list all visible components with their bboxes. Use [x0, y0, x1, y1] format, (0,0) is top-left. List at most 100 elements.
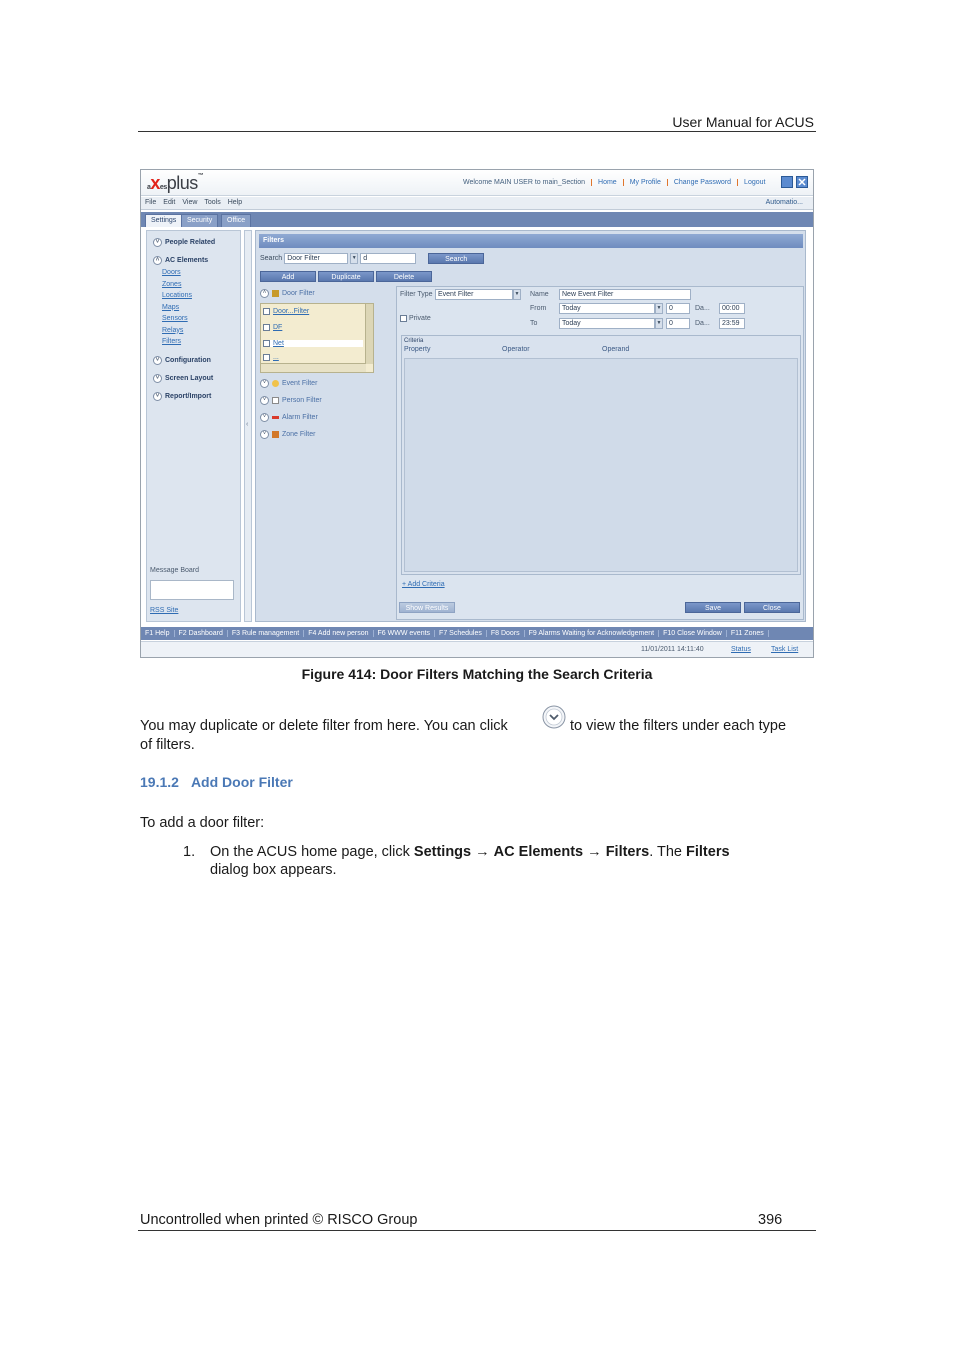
chevron-down-icon[interactable]: ˅ [153, 374, 162, 383]
sidebar-link-sensors[interactable]: Sensors [162, 315, 192, 327]
checkbox[interactable] [263, 324, 270, 331]
sidebar-collapse-handle[interactable]: ‹ [244, 230, 252, 622]
fkey-help[interactable]: F1 Help [141, 630, 175, 637]
minimize-icon[interactable] [781, 176, 793, 188]
list-item[interactable]: Net [263, 340, 363, 347]
fkey-close-window[interactable]: F10 Close Window [659, 630, 727, 637]
automation-menu[interactable]: Automatio... [766, 199, 803, 206]
home-link[interactable]: Home [592, 179, 624, 186]
add-button[interactable]: Add [260, 271, 316, 282]
chevron-up-icon[interactable]: ˄ [153, 256, 162, 265]
chevron-down-icon[interactable]: ˅ [260, 396, 269, 405]
chevron-down-icon[interactable]: ▼ [513, 289, 521, 300]
fkey-zones[interactable]: F11 Zones [727, 630, 769, 637]
tree-person-filter[interactable]: ˅ Person Filter [260, 396, 322, 405]
to-select[interactable]: Today [559, 318, 655, 329]
duplicate-button[interactable]: Duplicate [318, 271, 374, 282]
chevron-down-icon[interactable]: ▼ [655, 303, 663, 314]
list-item-label[interactable]: Door...Filter [273, 308, 309, 315]
fkey-add-new-person[interactable]: F4 Add new person [304, 630, 374, 637]
to-offset-input[interactable]: 0 [666, 318, 690, 329]
rss-site-link[interactable]: RSS Site [150, 607, 178, 614]
sidebar-section-report-import[interactable]: ˅ Report/Import [153, 392, 211, 401]
task-list-link[interactable]: Task List [771, 646, 798, 653]
chevron-down-icon[interactable]: ▼ [655, 318, 663, 329]
step-text-part: . The [649, 844, 687, 860]
menu-help[interactable]: Help [228, 199, 242, 206]
search-type-select[interactable]: Door Filter [284, 253, 349, 264]
tab-settings[interactable]: Settings [145, 214, 183, 227]
logout-link[interactable]: Logout [738, 179, 771, 186]
close-icon[interactable] [796, 176, 808, 188]
horizontal-scrollbar[interactable] [261, 363, 366, 372]
message-board-box[interactable] [150, 580, 234, 600]
fkey-www-events[interactable]: F6 WWW events [374, 630, 436, 637]
menu-view[interactable]: View [182, 199, 197, 206]
list-item[interactable]: ... [263, 354, 279, 361]
checkbox[interactable] [263, 340, 270, 347]
tree-event-filter[interactable]: ˅ Event Filter [260, 379, 317, 388]
name-input[interactable]: New Event Filter [559, 289, 691, 300]
list-item[interactable]: Door...Filter [263, 308, 309, 315]
fkey-alarms[interactable]: F9 Alarms Waiting for Acknowledgement [525, 630, 660, 637]
list-item[interactable]: DF [263, 324, 282, 331]
from-offset-input[interactable]: 0 [666, 303, 690, 314]
sidebar-section-screen-layout[interactable]: ˅ Screen Layout [153, 374, 213, 383]
from-time-input[interactable]: 00:00 [719, 303, 745, 314]
sidebar-link-maps[interactable]: Maps [162, 304, 192, 316]
menu-edit[interactable]: Edit [163, 199, 175, 206]
add-criteria-link[interactable]: + Add Criteria [402, 581, 445, 588]
section-heading: 19.1.2 Add Door Filter [140, 774, 293, 790]
close-button[interactable]: Close [744, 602, 800, 613]
chevron-left-icon[interactable]: ‹ [246, 421, 248, 428]
fkey-schedules[interactable]: F7 Schedules [435, 630, 487, 637]
sidebar-section-ac-elements[interactable]: ˄ AC Elements [153, 256, 208, 265]
vertical-scrollbar[interactable] [365, 304, 373, 364]
sidebar-link-doors[interactable]: Doors [162, 269, 192, 281]
list-item-label[interactable]: Net [273, 340, 284, 347]
chevron-down-icon[interactable]: ˅ [260, 430, 269, 439]
menu-file[interactable]: File [145, 199, 156, 206]
to-time-input[interactable]: 23:59 [719, 318, 745, 329]
sidebar-link-zones[interactable]: Zones [162, 281, 192, 293]
chevron-down-icon[interactable]: ▼ [350, 253, 359, 264]
tree-alarm-filter[interactable]: ˅ Alarm Filter [260, 413, 318, 422]
chevron-down-icon[interactable]: ˅ [260, 413, 269, 422]
sidebar-link-locations[interactable]: Locations [162, 292, 192, 304]
chevron-down-icon[interactable]: ˅ [260, 379, 269, 388]
change-password-link[interactable]: Change Password [668, 179, 739, 186]
delete-button[interactable]: Delete [376, 271, 432, 282]
chevron-down-icon[interactable]: ˅ [153, 392, 162, 401]
sidebar-section-people[interactable]: ˅ People Related [153, 238, 215, 247]
search-input[interactable]: d [360, 253, 417, 264]
tree-zone-filter[interactable]: ˅ Zone Filter [260, 430, 315, 439]
checkbox[interactable] [263, 308, 270, 315]
tree-door-filter[interactable]: ˄ Door Filter [260, 289, 315, 298]
sidebar-link-filters[interactable]: Filters [162, 338, 192, 350]
sidebar-section-configuration[interactable]: ˅ Configuration [153, 356, 211, 365]
from-select[interactable]: Today [559, 303, 655, 314]
checkbox[interactable] [263, 354, 270, 361]
list-item-label[interactable]: ... [273, 354, 279, 361]
list-item-label[interactable]: DF [273, 324, 282, 331]
step-number: 1. [183, 844, 196, 860]
logo-tm: ™ [197, 173, 204, 179]
my-profile-link[interactable]: My Profile [624, 179, 668, 186]
chevron-up-icon[interactable]: ˄ [260, 289, 269, 298]
save-button[interactable]: Save [685, 602, 741, 613]
chevron-down-icon[interactable]: ˅ [153, 356, 162, 365]
tab-security[interactable]: Security [181, 214, 219, 227]
filter-type-select[interactable]: Event Filter [435, 289, 513, 300]
private-checkbox[interactable] [400, 315, 407, 322]
fkey-dashboard[interactable]: F2 Dashboard [175, 630, 228, 637]
show-results-button[interactable]: Show Results [399, 602, 455, 613]
sidebar-link-relays[interactable]: Relays [162, 327, 192, 339]
search-button[interactable]: Search [428, 253, 485, 264]
menu-tools[interactable]: Tools [204, 199, 220, 206]
tab-office[interactable]: Office [221, 214, 252, 227]
to-unit-label: Da... [695, 320, 710, 327]
chevron-down-icon[interactable]: ˅ [153, 238, 162, 247]
fkey-rule-management[interactable]: F3 Rule management [228, 630, 305, 637]
status-link[interactable]: Status [731, 646, 751, 653]
fkey-doors[interactable]: F8 Doors [487, 630, 525, 637]
